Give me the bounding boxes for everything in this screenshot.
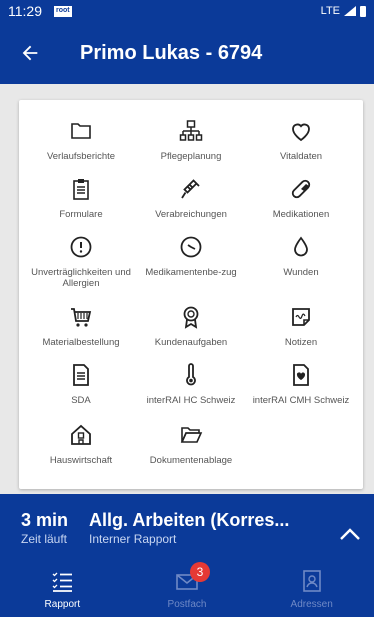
menu-item-label: Notizen: [284, 337, 318, 348]
menu-item-sda[interactable]: SDA: [26, 361, 136, 406]
menu-card: Verlaufsberichte Pflegeplanung Vitaldate…: [19, 100, 363, 489]
status-time: 11:29: [8, 3, 42, 19]
list-icon: [49, 568, 75, 594]
menu-item-label: Materialbestellung: [42, 337, 120, 348]
timer-value: 3 min: [21, 510, 69, 530]
menu-item-label: Verlaufsberichte: [46, 151, 116, 162]
menu-item-notizen[interactable]: Notizen: [246, 303, 356, 348]
current-task[interactable]: Allg. Arbeiten (Korres... Interner Rappo…: [89, 510, 289, 546]
menu-item-label: interRAI CMH Schweiz: [252, 395, 350, 406]
menu-item-interrai-hc[interactable]: interRAI HC Schweiz: [136, 361, 246, 406]
menu-item-label: Formulare: [59, 209, 103, 220]
menu-item-verabreichungen[interactable]: Verabreichungen: [136, 175, 246, 220]
syringe-icon: [177, 175, 205, 203]
pill-icon: [287, 175, 315, 203]
unread-badge: 3: [190, 562, 210, 582]
nav-rapport[interactable]: Rapport: [0, 560, 125, 617]
bottom-navigation: Rapport 3 Postfach Adressen: [0, 560, 374, 617]
task-title: Allg. Arbeiten (Korres...: [89, 510, 290, 530]
menu-item-label: Wunden: [283, 267, 319, 278]
status-bar: 11:29 root LTE: [0, 0, 374, 22]
menu-item-verlaufsberichte[interactable]: Verlaufsberichte: [26, 117, 136, 162]
task-subtitle: Interner Rapport: [89, 532, 177, 546]
alert-icon: [67, 233, 95, 261]
folder-icon: [67, 117, 95, 145]
menu-item-interrai-cmh[interactable]: interRAI CMH Schweiz: [246, 361, 356, 406]
menu-item-label: Medikationen: [272, 209, 330, 220]
nav-label: Adressen: [290, 599, 333, 610]
arrow-left-icon: [22, 45, 38, 61]
nav-label: Rapport: [44, 599, 81, 610]
status-indicators: LTE: [321, 5, 366, 17]
menu-item-hauswirtschaft[interactable]: Hauswirtschaft: [26, 421, 136, 466]
chevron-up-icon[interactable]: [338, 524, 362, 542]
menu-item-label: Pflegeplanung: [160, 151, 222, 162]
menu-item-medikamentenbezug[interactable]: Medikamentenbe-zug: [136, 233, 246, 278]
cart-icon: [67, 303, 95, 331]
menu-item-label: Unverträglichkeiten und Allergien: [31, 267, 131, 289]
timer: 3 min Zeit läuft: [21, 510, 68, 546]
menu-item-wunden[interactable]: Wunden: [246, 233, 356, 278]
document-icon: [67, 361, 95, 389]
hierarchy-icon: [177, 117, 205, 145]
page-title: Primo Lukas - 6794: [80, 41, 263, 64]
doc-heart-icon: [287, 361, 315, 389]
menu-item-materialbestellung[interactable]: Materialbestellung: [26, 303, 136, 348]
menu-item-label: Dokumentenablage: [149, 455, 233, 466]
menu-item-label: Medikamentenbe-zug: [145, 267, 237, 278]
drop-icon: [287, 233, 315, 261]
root-badge: root: [54, 5, 72, 17]
thermometer-icon: [177, 361, 205, 389]
nav-postfach[interactable]: 3 Postfach: [125, 560, 250, 617]
menu-item-formulare[interactable]: Formulare: [26, 175, 136, 220]
clock-icon: [177, 233, 205, 261]
menu-item-medikationen[interactable]: Medikationen: [246, 175, 356, 220]
battery-icon: [360, 5, 366, 17]
back-button[interactable]: [0, 22, 60, 84]
menu-item-label: SDA: [71, 395, 91, 406]
note-icon: [287, 303, 315, 331]
menu-item-unvertraeglichkeiten[interactable]: Unverträglichkeiten und Allergien: [26, 233, 136, 289]
clipboard-icon: [67, 175, 95, 203]
app-bar: Primo Lukas - 6794: [0, 22, 374, 84]
menu-item-label: Vitaldaten: [279, 151, 323, 162]
menu-item-label: Verabreichungen: [155, 209, 227, 220]
menu-item-label: interRAI HC Schweiz: [146, 395, 236, 406]
nav-label: Postfach: [167, 599, 207, 610]
bottom-panel: 3 min Zeit läuft Allg. Arbeiten (Korres.…: [0, 494, 374, 617]
folder-open-icon: [177, 421, 205, 449]
menu-item-dokumentenablage[interactable]: Dokumentenablage: [136, 421, 246, 466]
menu-item-kundenaufgaben[interactable]: Kundenaufgaben: [136, 303, 246, 348]
mail-icon: 3: [174, 562, 210, 594]
nav-adressen[interactable]: Adressen: [249, 560, 374, 617]
menu-item-pflegeplanung[interactable]: Pflegeplanung: [136, 117, 246, 162]
menu-item-label: Kundenaufgaben: [154, 337, 228, 348]
heart-icon: [287, 117, 315, 145]
house-icon: [67, 421, 95, 449]
award-icon: [177, 303, 205, 331]
contacts-icon: [299, 568, 325, 594]
menu-item-label: Hauswirtschaft: [49, 455, 113, 466]
timer-label: Zeit läuft: [21, 532, 68, 546]
signal-icon: [344, 6, 356, 16]
network-label: LTE: [320, 5, 340, 17]
menu-item-vitaldaten[interactable]: Vitaldaten: [246, 117, 356, 162]
